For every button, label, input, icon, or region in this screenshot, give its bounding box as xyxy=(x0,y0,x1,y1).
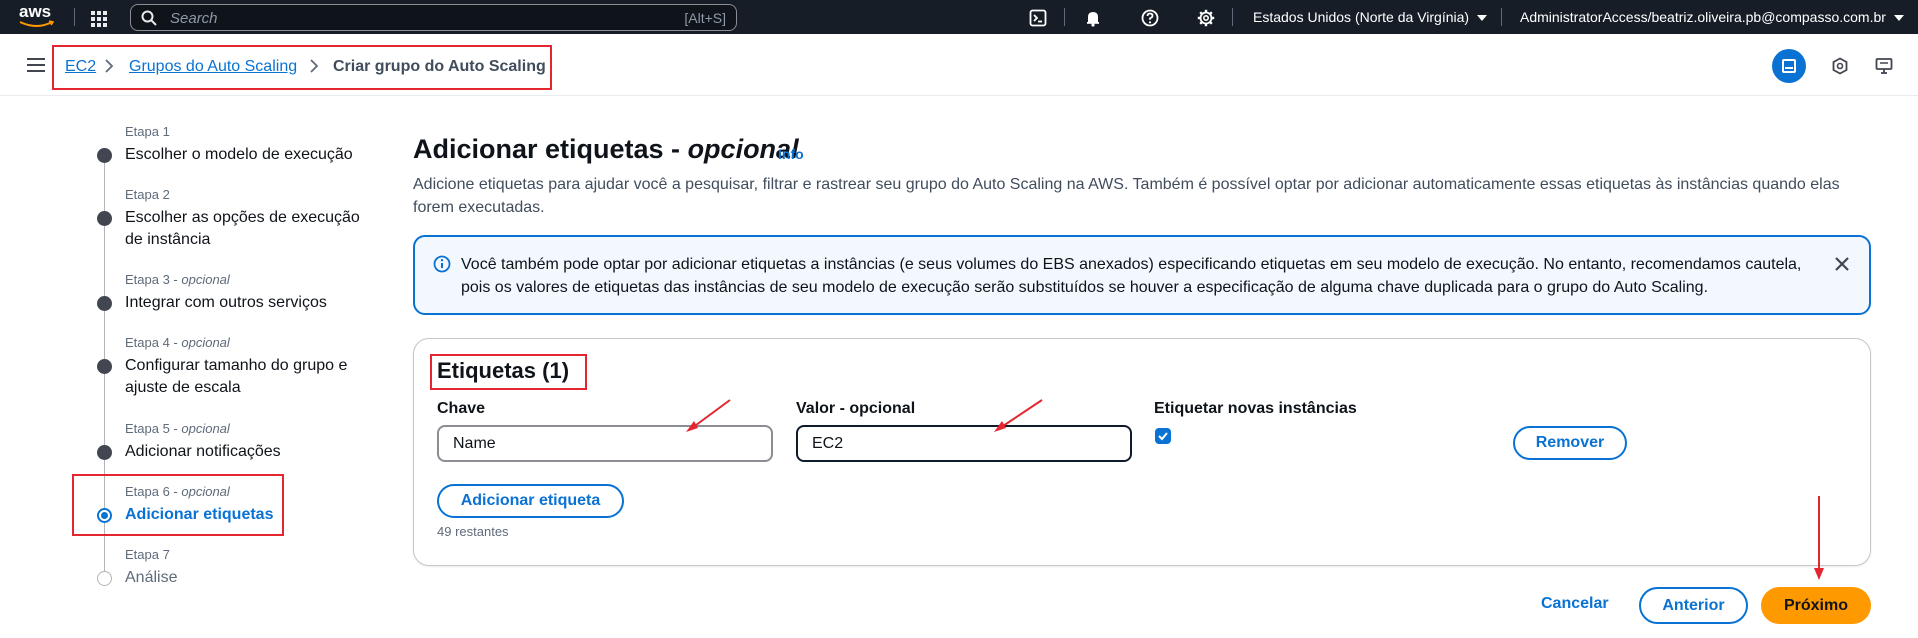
annotation-arrowhead xyxy=(1814,568,1824,580)
annotation-arrowhead xyxy=(994,421,1006,432)
annotation-arrowhead xyxy=(686,421,698,432)
annotation-arrow-key xyxy=(691,399,731,429)
annotation-arrow-value xyxy=(999,399,1043,429)
annotation-arrows xyxy=(686,399,1824,580)
